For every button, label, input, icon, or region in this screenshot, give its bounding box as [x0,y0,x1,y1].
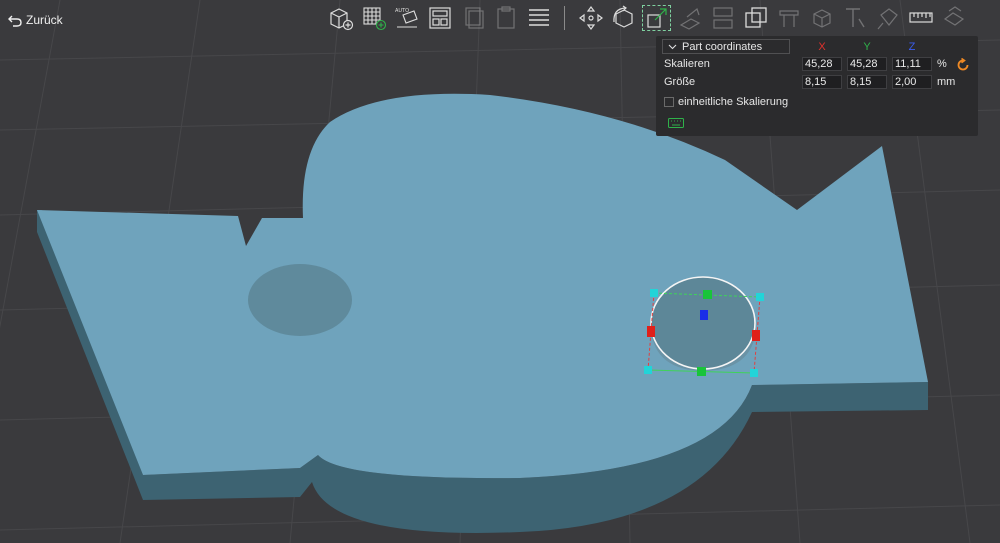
scale-handle-x[interactable] [647,326,655,337]
coordinate-system-dropdown[interactable]: Part coordinates [662,39,790,54]
add-grid-button[interactable] [357,3,390,33]
assembly-icon [943,6,964,26]
lay-on-face-icon [679,7,700,30]
place-on-face-button[interactable] [673,3,706,33]
assembly-button[interactable] [937,3,970,33]
size-row-label: Größe [664,76,696,88]
support-paint-button[interactable] [772,3,805,33]
axis-label-y: Y [863,41,871,53]
color-paint-icon [877,8,898,30]
move-icon [578,6,603,30]
uniform-scaling-checkbox[interactable] [664,97,674,107]
uniform-scaling-label: einheitliche Skalierung [678,96,789,108]
cut-button[interactable] [706,3,739,33]
boolean-icon [744,7,767,28]
chevron-down-icon [668,44,677,49]
auto-orient-icon: AUTO [395,8,418,28]
arrange-icon [428,7,451,29]
part-hole-left[interactable] [248,264,352,336]
cut-icon [712,7,733,29]
scale-handle-corner[interactable] [650,289,658,297]
text-emboss-icon [845,8,865,28]
scale-z-input[interactable]: 11,11 [892,57,932,71]
reset-arrow-icon[interactable] [956,58,970,72]
scale-handle-corner[interactable] [644,366,652,374]
grid-plus-icon [362,7,386,31]
main-toolbar: AUTO [324,2,970,34]
scale-handle-z[interactable] [700,310,708,320]
keyboard-icon[interactable] [668,118,684,128]
coordinate-system-value: Part coordinates [682,40,763,53]
back-button[interactable]: Zurück [8,10,63,30]
scale-handle-x[interactable] [752,330,760,341]
scale-row-label: Skalieren [664,58,710,70]
text-emboss-button[interactable] [838,3,871,33]
scale-icon [646,8,667,28]
scale-button[interactable] [640,3,673,33]
toolbar-separator [564,6,565,30]
support-paint-icon [778,10,799,27]
add-object-button[interactable] [324,3,357,33]
size-y-input[interactable]: 8,15 [847,75,887,89]
paste-button[interactable] [489,3,522,33]
auto-orient-button[interactable]: AUTO [390,3,423,33]
seam-paint-icon [812,9,831,28]
part-top-face [37,93,928,479]
cube-plus-icon [329,8,353,31]
undo-arrow-icon [8,15,22,27]
size-unit: mm [937,76,956,88]
scale-x-input[interactable]: 45,28 [802,57,842,71]
size-x-input[interactable]: 8,15 [802,75,842,89]
scale-handle-corner[interactable] [750,369,758,377]
rotate-button[interactable] [607,3,640,33]
back-label: Zurück [26,13,63,27]
copy-button[interactable] [456,3,489,33]
layers-icon [528,9,549,26]
arrange-button[interactable] [423,3,456,33]
ruler-icon [908,12,933,23]
scale-y-input[interactable]: 45,28 [847,57,887,71]
scale-panel: Part coordinates X Y Z Skalieren 45,28 4… [656,36,978,136]
copy-icon [464,7,484,29]
layers-button[interactable] [522,3,555,33]
axis-label-z: Z [908,41,916,53]
size-z-input[interactable]: 2,00 [892,75,932,89]
rotate-icon [612,5,633,28]
move-button[interactable] [574,3,607,33]
seam-paint-button[interactable] [805,3,838,33]
boolean-button[interactable] [739,3,772,33]
measure-button[interactable] [904,3,937,33]
scale-handle-y[interactable] [703,290,712,299]
color-paint-button[interactable] [871,3,904,33]
scale-unit: % [937,58,947,70]
scale-handle-corner[interactable] [756,293,764,301]
scale-handle-y[interactable] [697,367,706,376]
paste-icon [496,6,515,29]
axis-label-x: X [818,41,826,53]
